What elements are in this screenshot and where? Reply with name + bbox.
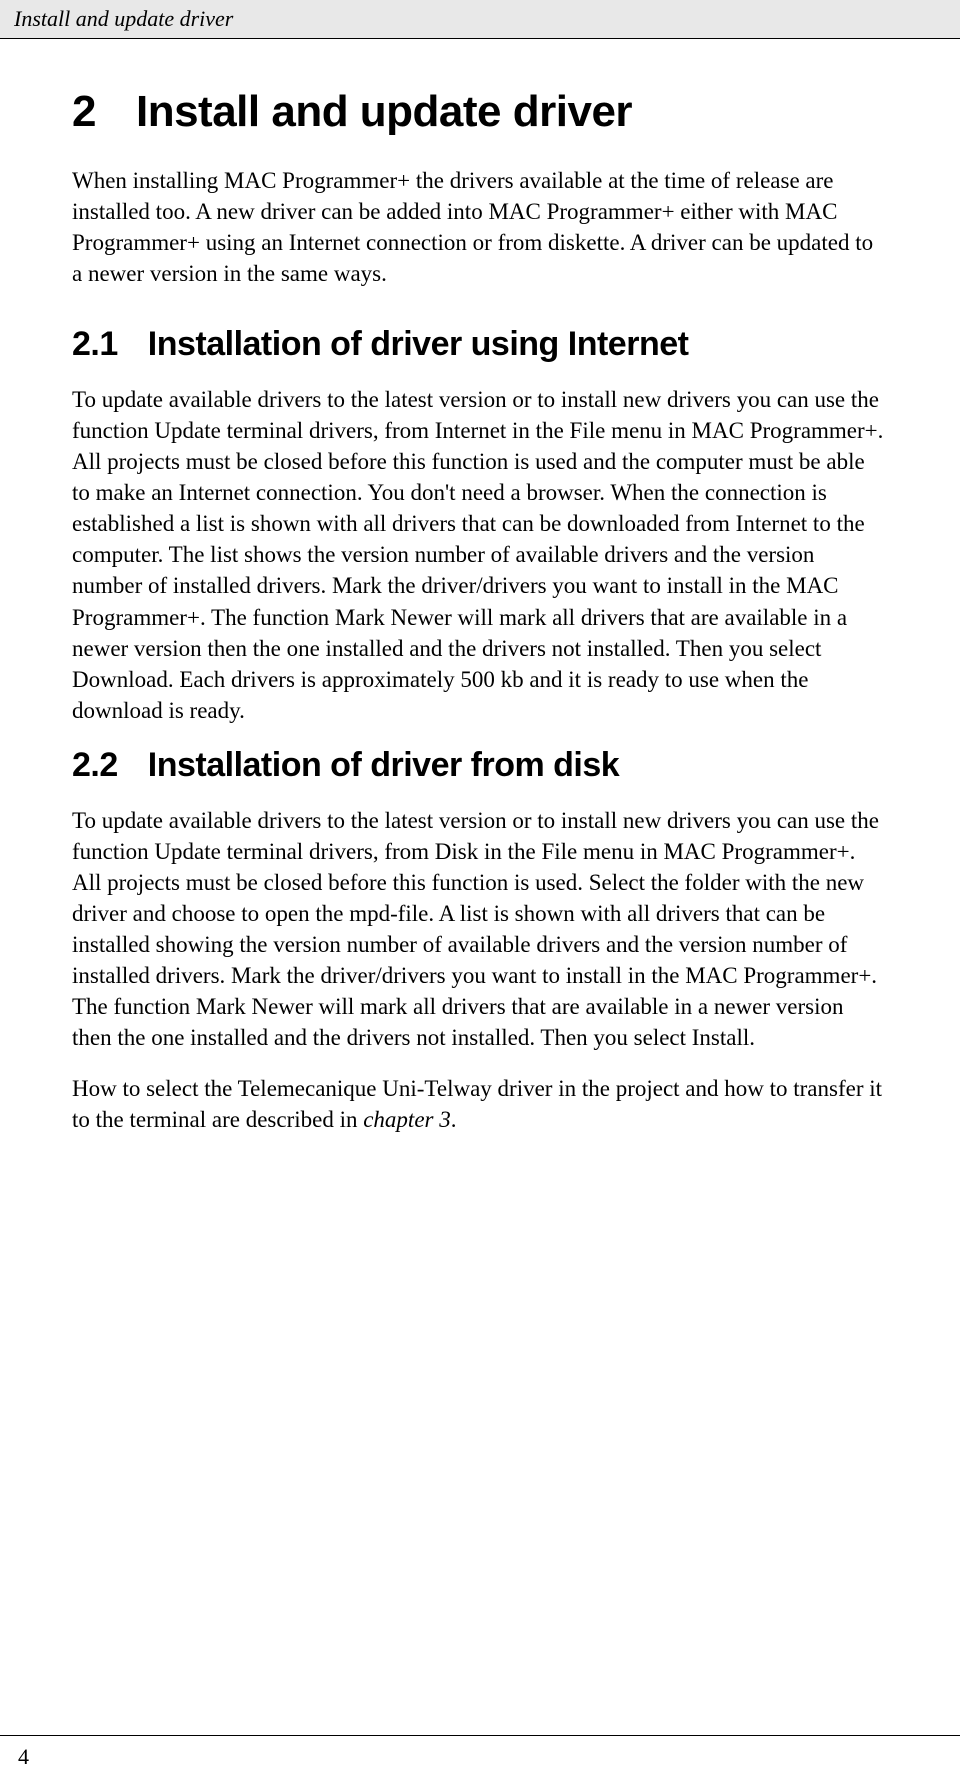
page-footer: 4 [0, 1735, 960, 1770]
page-number: 4 [18, 1744, 29, 1769]
subsection-title: Installation of driver from disk [148, 746, 619, 785]
page-content: 2 Install and update driver When install… [0, 39, 960, 1135]
subsection-title: Installation of driver using Internet [148, 325, 689, 364]
running-title: Install and update driver [14, 6, 233, 31]
subsection-body: To update available drivers to the lates… [72, 805, 888, 1053]
subsection-body: How to select the Telemecanique Uni-Telw… [72, 1073, 888, 1135]
section-number: 2 [72, 87, 96, 137]
subsection-heading: 2.1 Installation of driver using Interne… [72, 325, 888, 364]
section-title: Install and update driver [136, 87, 632, 137]
chapter-reference: chapter 3 [363, 1107, 451, 1132]
subsection-heading: 2.2 Installation of driver from disk [72, 746, 888, 785]
running-header: Install and update driver [0, 0, 960, 39]
subsection-number: 2.2 [72, 746, 118, 785]
body-text: How to select the Telemecanique Uni-Telw… [72, 1076, 882, 1132]
subsection-body: To update available drivers to the lates… [72, 384, 888, 726]
body-text: . [451, 1107, 457, 1132]
section-intro: When installing MAC Programmer+ the driv… [72, 165, 888, 289]
subsection-number: 2.1 [72, 325, 118, 364]
section-heading: 2 Install and update driver [72, 87, 888, 137]
